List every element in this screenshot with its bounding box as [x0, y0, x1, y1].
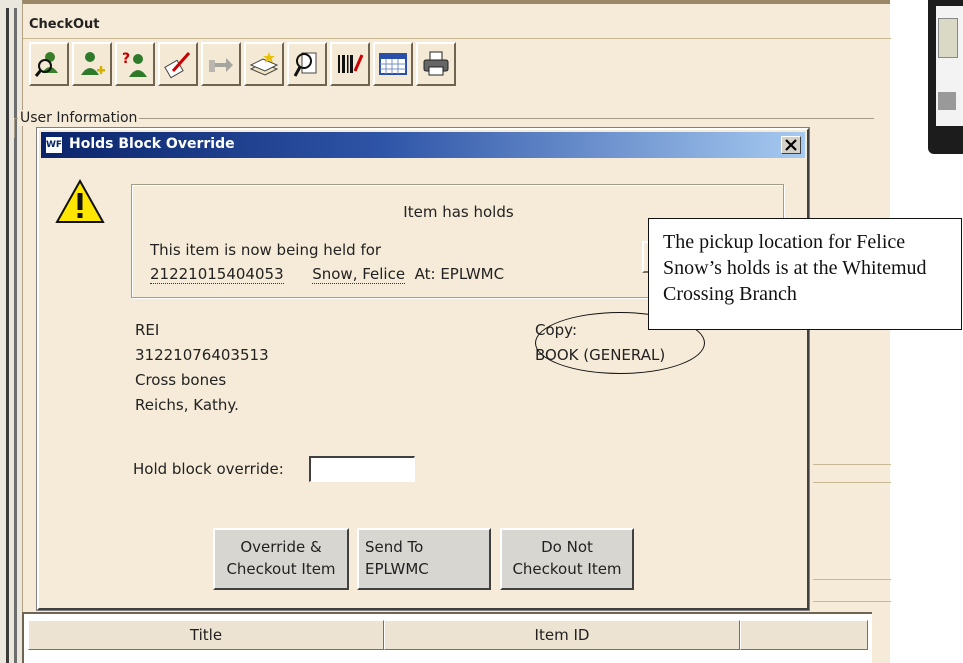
dialog-titlebar[interactable]: WF Holds Block Override — [41, 132, 805, 158]
thumbnail-block — [938, 18, 958, 58]
toolbar-button-user-help[interactable]: ? — [115, 42, 155, 86]
call-number-prefix: REI — [135, 321, 160, 339]
annotation-callout: The pickup location for Felice Snow’s ho… — [648, 218, 962, 330]
pickup-location: At: EPLWMC — [414, 265, 505, 283]
title-divider — [23, 38, 891, 39]
toolbar-button-hand[interactable] — [201, 42, 241, 86]
left-frame-bar — [14, 8, 17, 663]
close-button[interactable] — [781, 136, 801, 154]
toolbar-button-add-user[interactable] — [72, 42, 112, 86]
item-author: Reichs, Kathy. — [135, 396, 239, 414]
app-icon: WF — [45, 136, 63, 154]
close-icon — [785, 139, 797, 151]
override-checkout-button[interactable]: Override & Checkout Item — [213, 528, 349, 590]
hold-user-row: 21221015404053 Snow, Felice At: EPLWMC — [150, 265, 505, 284]
left-frame-bar — [6, 8, 9, 663]
column-header-item-id[interactable]: Item ID — [384, 620, 740, 650]
hand-disabled-icon — [209, 58, 233, 72]
background-divider — [813, 601, 891, 602]
column-header-next[interactable] — [740, 620, 868, 650]
background-divider — [813, 464, 891, 465]
magnifier-list-icon — [293, 52, 317, 77]
calendar-grid-icon — [379, 53, 407, 75]
preview-thumbnail — [928, 0, 963, 154]
item-id: 31221076403513 — [135, 346, 269, 364]
warning-icon — [55, 178, 105, 223]
message-held-for: This item is now being held for — [150, 241, 382, 259]
toolbar-button-books[interactable] — [244, 42, 284, 86]
toolbar-button-edit[interactable] — [158, 42, 198, 86]
hold-block-override-input[interactable] — [309, 456, 415, 482]
user-info-label: User Information — [18, 110, 140, 126]
toolbar-button-barcode[interactable] — [330, 42, 370, 86]
svg-text:?: ? — [122, 51, 130, 67]
item-title: Cross bones — [135, 371, 227, 389]
hold-user-id[interactable]: 21221015404053 — [150, 265, 284, 284]
background-divider — [813, 579, 891, 580]
add-user-icon — [81, 52, 105, 75]
holds-block-override-dialog: WF Holds Block Override Item has holds T… — [36, 127, 810, 611]
table-header: Title Item ID — [28, 620, 868, 650]
books-icon — [249, 52, 279, 76]
toolbar-button-print[interactable] — [416, 42, 456, 86]
hold-block-override-label: Hold block override: — [133, 460, 284, 478]
barcode-icon — [338, 54, 364, 73]
user-help-icon: ? — [122, 51, 147, 77]
edit-icon — [164, 52, 191, 79]
item-info: REI 31221076403513 Cross bones Reichs, K… — [135, 318, 269, 418]
toolbar-button-calendar[interactable] — [373, 42, 413, 86]
window-title: CheckOut — [29, 17, 100, 32]
user-search-icon — [34, 52, 58, 77]
toolbar-button-search-list[interactable] — [287, 42, 327, 86]
send-to-button[interactable]: Send To EPLWMC — [357, 528, 491, 590]
column-header-title[interactable]: Title — [28, 620, 384, 650]
toolbar: ? — [29, 42, 456, 86]
thumbnail-block — [938, 92, 956, 110]
toolbar-button-user-search[interactable] — [29, 42, 69, 86]
background-divider — [813, 482, 891, 483]
printer-icon — [423, 51, 449, 76]
dialog-title: Holds Block Override — [69, 136, 235, 152]
do-not-checkout-button[interactable]: Do Not Checkout Item — [500, 528, 634, 590]
hold-user-name[interactable]: Snow, Felice — [312, 265, 406, 284]
left-frame-strip — [0, 0, 22, 663]
